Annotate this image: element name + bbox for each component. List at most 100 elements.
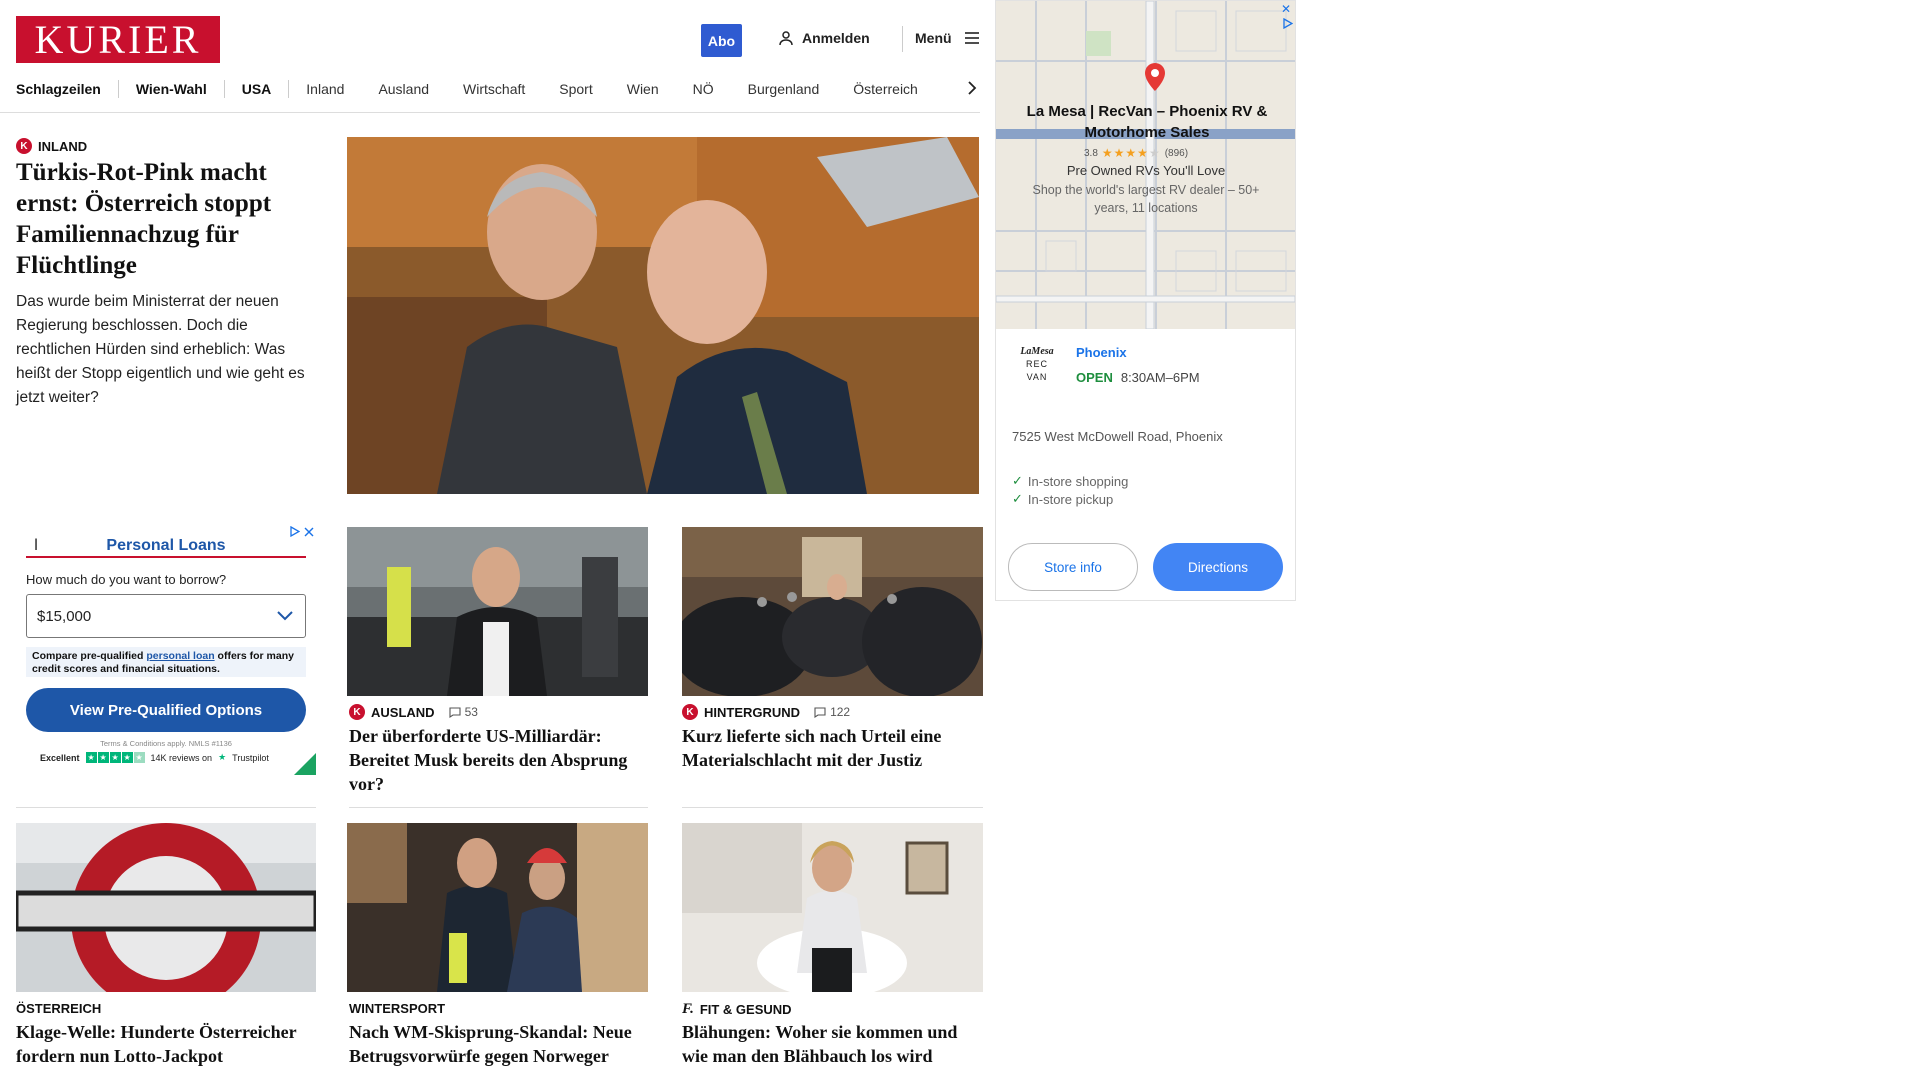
chevron-right-icon	[967, 81, 976, 95]
lead-image[interactable]	[347, 137, 979, 494]
comment-count[interactable]: 122	[814, 705, 850, 719]
musk-photo	[347, 527, 648, 696]
nav-item-ausland[interactable]: Ausland	[361, 81, 446, 97]
section-nav: Schlagzeilen Wien-Wahl USA Inland Auslan…	[16, 78, 980, 100]
hours-value: 8:30AM–6PM	[1120, 370, 1200, 385]
user-icon	[779, 31, 793, 46]
fit-gesund-icon: f.	[682, 1001, 694, 1017]
lead-kicker-label: INLAND	[38, 138, 88, 154]
card-kicker-label: FIT & GESUND	[699, 1002, 792, 1017]
store-info-button[interactable]: Store info	[1008, 543, 1138, 591]
card-headline-kurz[interactable]: Kurz lieferte sich nach Urteil eine Mate…	[682, 724, 982, 772]
nav-item-wirtschaft[interactable]: Wirtschaft	[446, 81, 542, 97]
feature-in-store-shopping: ✓ In-store shopping	[1012, 473, 1129, 489]
card-headline-skisprung[interactable]: Nach WM-Skisprung-Skandal: Neue Betrugsv…	[349, 1020, 639, 1068]
comment-icon	[814, 706, 826, 718]
card-kicker-wintersport[interactable]: WINTERSPORT	[349, 1001, 445, 1016]
nav-item-wien-wahl[interactable]: Wien-Wahl	[119, 81, 224, 97]
card-kicker-oesterreich[interactable]: ÖSTERREICH	[16, 1001, 101, 1016]
directions-button[interactable]: Directions	[1153, 543, 1283, 591]
card-kicker-label: ÖSTERREICH	[16, 1001, 102, 1016]
nav-scroll-right-button[interactable]	[964, 78, 980, 98]
business-rating: 3.8 ★★★★★ (896)	[1084, 146, 1189, 160]
loan-amount-value: $15,000	[37, 607, 92, 625]
abo-button[interactable]: Abo	[701, 24, 742, 57]
personal-loan-link[interactable]: personal loan	[146, 650, 214, 662]
hamburger-icon	[964, 32, 979, 44]
lead-teaser[interactable]: Das wurde beim Ministerrat der neuen Reg…	[16, 290, 322, 410]
lead-kicker[interactable]: K INLAND	[16, 138, 87, 154]
loan-ad-letter: l	[34, 537, 38, 554]
store-hours: OPEN 8:30AM–6PM	[1076, 370, 1200, 385]
kurz-photo	[682, 527, 983, 696]
login-label: Anmelden	[802, 30, 870, 46]
card-image-kurz[interactable]	[682, 527, 983, 696]
kurier-plus-icon: K	[16, 138, 32, 154]
trustpilot-rating: Excellent ★ ★ ★ ★ ★ 14K reviews on ★ Trustpi…	[40, 752, 269, 763]
ad-corner-triangle	[294, 753, 316, 775]
card-headline-musk[interactable]: Der überforderte US-Milliardär: Bereitet…	[349, 724, 639, 796]
loan-terms: Terms & Conditions apply. NMLS #1136	[100, 739, 232, 748]
kurier-plus-icon: K	[682, 704, 698, 720]
feature-in-store-pickup: ✓ In-store pickup	[1012, 491, 1114, 507]
lead-photo	[347, 137, 979, 494]
comment-icon	[449, 706, 461, 718]
check-icon: ✓	[1012, 473, 1023, 488]
nav-item-oesterreich[interactable]: Österreich	[836, 81, 935, 97]
view-options-button[interactable]: View Pre-Qualified Options	[26, 688, 306, 732]
card-divider	[16, 807, 316, 808]
card-divider	[349, 807, 648, 808]
store-address: 7525 West McDowell Road, Phoenix	[1012, 429, 1223, 444]
check-icon: ✓	[1012, 491, 1023, 506]
card-image-musk[interactable]	[347, 527, 648, 696]
card-image-lotto[interactable]	[16, 823, 316, 992]
card-kicker-ausland[interactable]: K AUSLAND 53	[349, 704, 478, 720]
comment-count-value: 122	[830, 705, 851, 719]
comment-count-value: 53	[464, 705, 478, 719]
card-kicker-fit-gesund[interactable]: f. FIT & GESUND	[682, 1001, 792, 1018]
close-icon	[304, 527, 314, 536]
kurier-plus-icon: K	[349, 704, 365, 720]
menu-label: Menü	[915, 30, 952, 46]
recvan-map-ad[interactable]: La Mesa | RecVan – Phoenix RV & Motorhom…	[995, 0, 1296, 601]
chevron-down-icon	[277, 611, 293, 621]
card-kicker-label: HINTERGRUND	[704, 704, 801, 720]
card-headline-lotto[interactable]: Klage-Welle: Hunderte Österreicher forde…	[16, 1020, 306, 1068]
header-divider-line	[0, 112, 980, 113]
card-image-skisprung[interactable]	[347, 823, 648, 992]
nav-item-schlagzeilen[interactable]: Schlagzeilen	[16, 81, 118, 97]
personal-loans-ad[interactable]: l Personal Loans How much do you want to…	[16, 520, 316, 775]
kurier-logo[interactable]: KURIER	[16, 16, 220, 63]
card-image-blaehungen[interactable]	[682, 823, 983, 992]
lead-headline[interactable]: Türkis-Rot-Pink macht ernst: Österreich …	[16, 157, 316, 281]
business-description: Shop the world's largest RV dealer – 50+…	[1032, 183, 1260, 215]
business-name[interactable]: La Mesa | RecVan – Phoenix RV & Motorhom…	[1024, 101, 1270, 143]
map-ad-close-icon[interactable]: ✕	[1281, 2, 1291, 16]
rating-stars-icon: ★★★★★	[1101, 146, 1161, 160]
store-city[interactable]: Phoenix	[1076, 345, 1127, 360]
nav-item-usa[interactable]: USA	[225, 81, 289, 97]
comment-count[interactable]: 53	[449, 705, 478, 719]
menu-button[interactable]: Menü	[915, 30, 980, 46]
card-kicker-hintergrund[interactable]: K HINTERGRUND 122	[682, 704, 850, 720]
lamesa-recvan-logo: LaMesa REC VAN	[1020, 346, 1054, 382]
trustpilot-stars-icon: ★ ★ ★ ★ ★	[85, 752, 145, 763]
nav-item-wien[interactable]: Wien	[610, 81, 676, 97]
loan-amount-select[interactable]: $15,000	[26, 594, 306, 638]
card-kicker-label: WINTERSPORT	[349, 1001, 446, 1016]
nav-item-inland[interactable]: Inland	[289, 81, 361, 97]
card-kicker-label: AUSLAND	[371, 704, 435, 720]
nav-item-burgenland[interactable]: Burgenland	[731, 81, 837, 97]
map-adchoices-icon[interactable]	[1283, 16, 1294, 34]
austria-tabak-sign	[16, 823, 316, 992]
loan-question: How much do you want to borrow?	[26, 572, 227, 587]
card-divider	[682, 807, 983, 808]
nav-item-noe[interactable]: NÖ	[676, 81, 731, 97]
skisprung-photo	[347, 823, 648, 992]
header-divider	[902, 26, 903, 52]
nav-item-sport[interactable]: Sport	[542, 81, 609, 97]
loan-note: Compare pre-qualified personal loan offe…	[26, 647, 306, 677]
login-button[interactable]: Anmelden	[778, 30, 870, 46]
loan-ad-heading: Personal Loans	[106, 537, 226, 554]
card-headline-blaehungen[interactable]: Blähungen: Woher sie kommen und wie man …	[682, 1020, 982, 1068]
